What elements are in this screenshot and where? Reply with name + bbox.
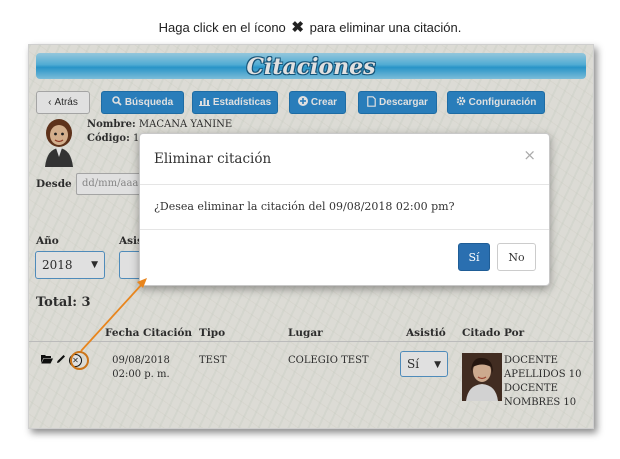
instruction-caption: Haga click en el ícono ✖ para eliminar u… <box>0 18 620 36</box>
app-window: Citaciones ‹ Atrás Búsqueda Estadísticas… <box>28 44 594 429</box>
caption-text-before: Haga click en el ícono <box>158 20 286 35</box>
pointer-arrow <box>80 278 147 352</box>
caption-text-after: para eliminar una citación. <box>309 20 462 35</box>
delete-x-icon: ✖ <box>291 19 304 36</box>
